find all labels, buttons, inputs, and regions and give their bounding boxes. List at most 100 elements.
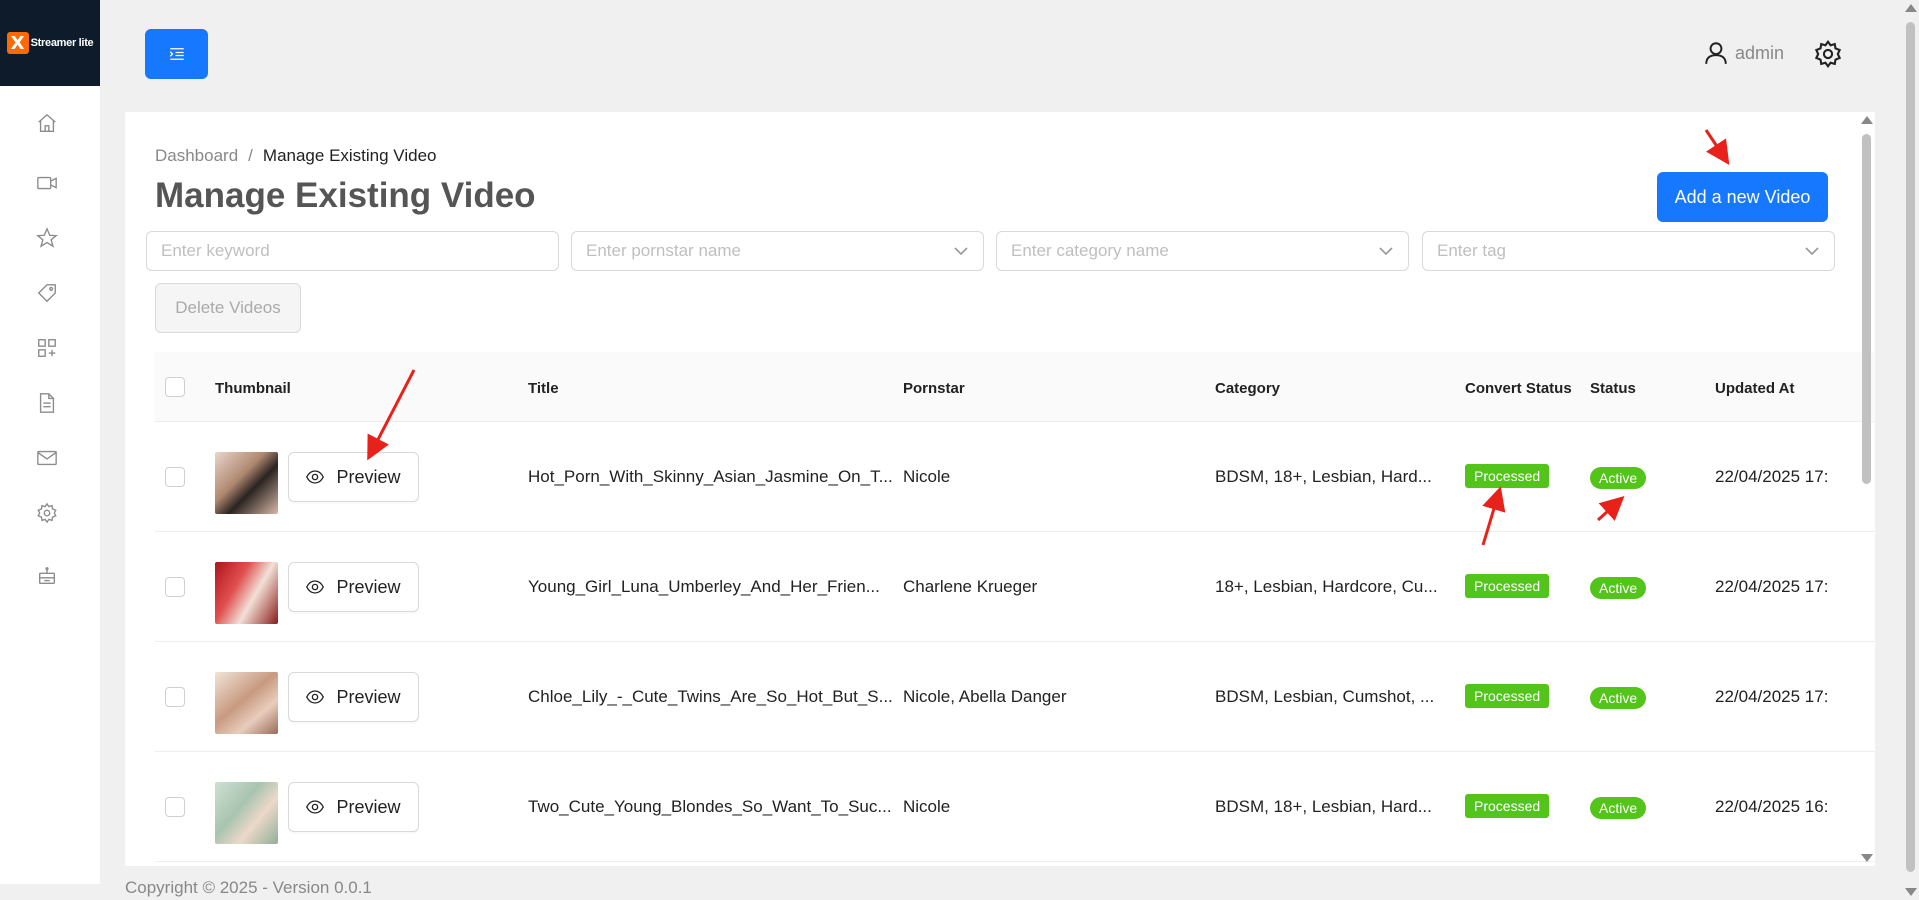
pornstar-select[interactable]: Enter pornstar name bbox=[571, 231, 984, 271]
video-category: 18+, Lesbian, Hardcore, Cu... bbox=[1215, 577, 1438, 596]
preview-label: Preview bbox=[336, 686, 401, 707]
main-card: Dashboard / Manage Existing Video Manage… bbox=[125, 112, 1875, 866]
convert-status-badge: Processed bbox=[1465, 464, 1550, 488]
menu-icon bbox=[169, 48, 184, 60]
page-title: Manage Existing Video bbox=[155, 176, 536, 215]
app-logo[interactable]: X Streamer lite bbox=[0, 0, 100, 86]
table-row: Preview Young_Girl_Luna_Umberley_And_Her… bbox=[155, 532, 1875, 642]
video-updated-at: 22/04/2025 17: bbox=[1715, 467, 1829, 486]
video-category: BDSM, 18+, Lesbian, Hard... bbox=[1215, 797, 1432, 816]
table-row: Preview Two_Cute_Young_Blondes_So_Want_T… bbox=[155, 752, 1875, 862]
tag-placeholder: Enter tag bbox=[1437, 241, 1506, 260]
convert-status-badge: Processed bbox=[1465, 574, 1550, 598]
keyword-input[interactable]: Enter keyword bbox=[146, 231, 559, 271]
tag-select[interactable]: Enter tag bbox=[1422, 231, 1835, 271]
video-thumbnail bbox=[215, 782, 278, 844]
delete-videos-button[interactable]: Delete Videos bbox=[155, 283, 301, 333]
video-thumbnail bbox=[215, 672, 278, 734]
scroll-down-arrow[interactable] bbox=[1861, 854, 1873, 862]
breadcrumb-dashboard[interactable]: Dashboard bbox=[155, 146, 238, 166]
row-checkbox[interactable] bbox=[165, 467, 185, 487]
table-row: Preview Chloe_Lily_-_Cute_Twins_Are_So_H… bbox=[155, 642, 1875, 752]
preview-button[interactable]: Preview bbox=[288, 452, 419, 502]
table-header: Thumbnail Title Pornstar Category Conver… bbox=[155, 352, 1875, 422]
grid-icon[interactable] bbox=[36, 337, 58, 359]
col-updated-at: Updated At bbox=[1715, 380, 1795, 397]
preview-button[interactable]: Preview bbox=[288, 562, 419, 612]
tag-icon[interactable] bbox=[36, 282, 58, 304]
video-category: BDSM, Lesbian, Cumshot, ... bbox=[1215, 687, 1435, 706]
video-category: BDSM, 18+, Lesbian, Hard... bbox=[1215, 467, 1432, 486]
video-title: Hot_Porn_With_Skinny_Asian_Jasmine_On_T.… bbox=[528, 467, 893, 486]
card-scrollbar[interactable] bbox=[1858, 112, 1875, 866]
video-thumbnail bbox=[215, 452, 278, 514]
select-all-checkbox[interactable] bbox=[165, 377, 185, 397]
pornstar-placeholder: Enter pornstar name bbox=[586, 241, 741, 260]
status-badge: Active bbox=[1590, 797, 1647, 819]
menu-toggle-button[interactable] bbox=[145, 29, 208, 79]
settings-gear-icon[interactable] bbox=[1814, 39, 1842, 69]
video-pornstar: Nicole bbox=[903, 467, 951, 486]
scroll-up-arrow[interactable] bbox=[1905, 4, 1917, 12]
user-icon bbox=[1705, 42, 1727, 64]
category-placeholder: Enter category name bbox=[1011, 241, 1169, 260]
table-row: Preview Hot_Porn_With_Skinny_Asian_Jasmi… bbox=[155, 422, 1875, 532]
breadcrumb-current: Manage Existing Video bbox=[262, 146, 437, 165]
page-scrollbar[interactable] bbox=[1902, 0, 1919, 900]
eye-icon bbox=[306, 580, 325, 594]
col-convert-status: Convert Status bbox=[1465, 380, 1572, 397]
convert-status-badge: Processed bbox=[1465, 684, 1550, 708]
scroll-thumb[interactable] bbox=[1862, 134, 1871, 484]
col-status: Status bbox=[1590, 380, 1636, 397]
home-icon[interactable] bbox=[36, 112, 58, 134]
logo-mark: X bbox=[6, 32, 29, 54]
gear-icon[interactable] bbox=[36, 502, 58, 524]
breadcrumb-separator: / bbox=[248, 146, 253, 165]
preview-button[interactable]: Preview bbox=[288, 782, 419, 832]
user-menu[interactable]: admin bbox=[1703, 40, 1784, 66]
video-pornstar: Nicole bbox=[903, 797, 951, 816]
preview-button[interactable]: Preview bbox=[288, 672, 419, 722]
col-pornstar: Pornstar bbox=[903, 380, 965, 397]
video-updated-at: 22/04/2025 17: bbox=[1715, 687, 1829, 706]
preview-label: Preview bbox=[336, 796, 401, 817]
preview-label: Preview bbox=[336, 576, 401, 597]
category-select[interactable]: Enter category name bbox=[996, 231, 1409, 271]
video-updated-at: 22/04/2025 16: bbox=[1715, 797, 1829, 816]
video-updated-at: 22/04/2025 17: bbox=[1715, 577, 1829, 596]
col-category: Category bbox=[1215, 380, 1281, 397]
preview-label: Preview bbox=[336, 466, 401, 487]
username: admin bbox=[1734, 42, 1784, 63]
scroll-thumb[interactable] bbox=[1906, 22, 1915, 872]
convert-status-badge: Processed bbox=[1465, 794, 1550, 818]
row-checkbox[interactable] bbox=[165, 687, 185, 707]
logo-text: Streamer lite bbox=[30, 37, 94, 49]
col-title: Title bbox=[528, 380, 559, 397]
row-checkbox[interactable] bbox=[165, 797, 185, 817]
chevron-down-icon bbox=[1378, 243, 1394, 259]
status-badge: Active bbox=[1590, 577, 1647, 599]
scroll-down-arrow[interactable] bbox=[1905, 888, 1917, 896]
status-badge: Active bbox=[1590, 467, 1647, 489]
video-title: Young_Girl_Luna_Umberley_And_Her_Frien..… bbox=[528, 577, 880, 596]
chevron-down-icon bbox=[953, 243, 969, 259]
video-pornstar: Charlene Krueger bbox=[903, 577, 1038, 596]
video-icon[interactable] bbox=[36, 172, 58, 194]
sidebar: X Streamer lite bbox=[0, 0, 100, 884]
keyword-placeholder: Enter keyword bbox=[161, 241, 270, 260]
video-title: Two_Cute_Young_Blondes_So_Want_To_Suc... bbox=[528, 797, 892, 816]
eye-icon bbox=[306, 470, 325, 484]
video-pornstar: Nicole, Abella Danger bbox=[903, 687, 1067, 706]
videos-table: Thumbnail Title Pornstar Category Conver… bbox=[155, 352, 1875, 862]
status-badge: Active bbox=[1590, 687, 1647, 709]
row-checkbox[interactable] bbox=[165, 577, 185, 597]
mail-icon[interactable] bbox=[36, 447, 58, 469]
breadcrumb: Dashboard / Manage Existing Video bbox=[155, 146, 436, 166]
star-icon[interactable] bbox=[36, 227, 58, 249]
robot-icon[interactable] bbox=[36, 565, 58, 587]
scroll-up-arrow[interactable] bbox=[1861, 116, 1873, 124]
add-video-button[interactable]: Add a new Video bbox=[1657, 172, 1828, 222]
footer-copyright: Copyright © 2025 - Version 0.0.1 bbox=[125, 878, 372, 897]
document-icon[interactable] bbox=[36, 392, 58, 414]
video-title: Chloe_Lily_-_Cute_Twins_Are_So_Hot_But_S… bbox=[528, 687, 893, 706]
